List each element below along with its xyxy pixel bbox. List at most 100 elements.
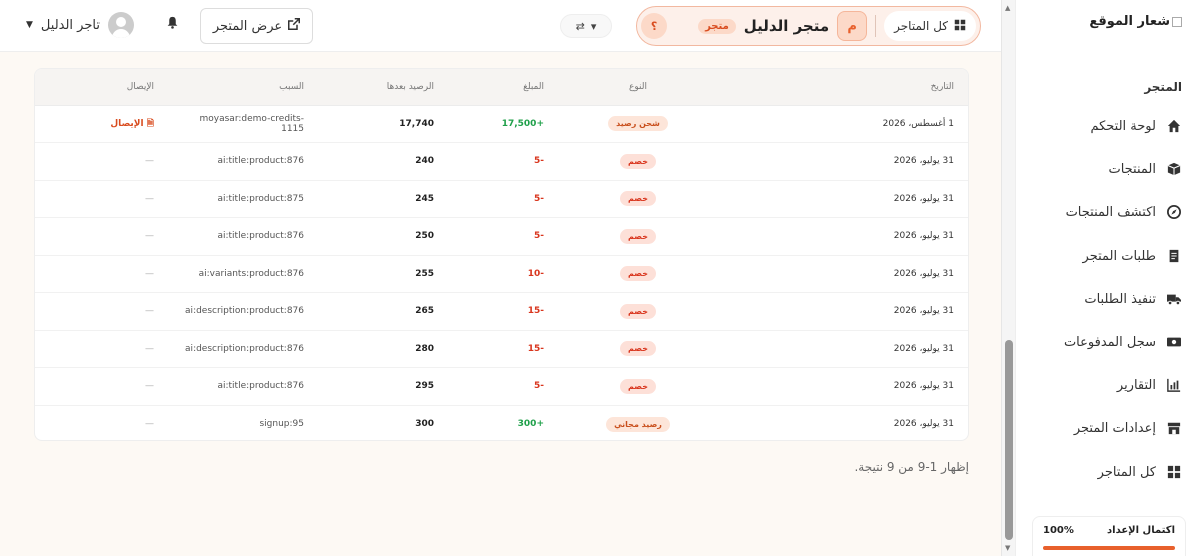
sidebar-item-dashboard[interactable]: لوحة التحكم [1032, 108, 1182, 144]
sidebar-item-all-stores[interactable]: كل المتاجر [1032, 454, 1182, 490]
money-icon [1166, 334, 1182, 350]
pill-divider [875, 15, 877, 37]
setup-progress-card: اكتمال الإعداد 100% [1032, 516, 1186, 556]
row-type: خصم [558, 180, 718, 218]
sidebar-item-fulfillment[interactable]: تنفيذ الطلبات [1032, 281, 1182, 317]
row-balance: 280 [415, 343, 434, 354]
logo-image-icon [1172, 16, 1182, 27]
transactions-table: التاريخ النوع المبلغ الرصيد بعدها السبب … [35, 69, 968, 440]
sidebar-item-label: المنتجات [1108, 161, 1156, 177]
switch-store-dropdown[interactable]: ▾ ⇄ [560, 14, 612, 38]
row-balance: 265 [415, 306, 434, 317]
table-row: 31 يوليو، 2026 خصم -15 280 ai:descriptio… [35, 330, 968, 368]
pagination-summary: إظهار 1-9 من 9 نتيجة. [854, 460, 969, 474]
row-receipt: — [145, 193, 154, 204]
store-avatar: م [837, 11, 868, 41]
row-date: 31 يوليو، 2026 [893, 419, 954, 429]
external-link-icon [288, 18, 301, 34]
all-stores-label: كل المتاجر [894, 19, 948, 33]
compass-icon [1166, 204, 1182, 220]
setup-progress-fill [1043, 546, 1175, 550]
table-row: 31 يوليو، 2026 خصم -5 250 ai:title:produ… [35, 218, 968, 256]
row-receipt: — [145, 231, 154, 242]
sidebar-item-reports[interactable]: التقارير [1032, 367, 1182, 403]
row-date: 31 يوليو، 2026 [893, 231, 954, 242]
notifications-bell-icon[interactable] [166, 16, 179, 33]
row-reason: ai:variants:product:876 [198, 268, 304, 279]
site-logo[interactable]: شعار الموقع [1089, 14, 1182, 29]
sidebar-item-label: التقارير [1116, 377, 1156, 393]
sidebar-item-label: إعدادات المتجر [1073, 420, 1156, 436]
row-balance: 255 [415, 268, 434, 279]
row-reason: ai:description:product:876 [185, 343, 304, 354]
row-type: خصم [558, 330, 718, 368]
grid-icon [1166, 464, 1182, 480]
view-store-label: عرض المتجر [212, 18, 283, 34]
help-button[interactable]: ؟ [641, 13, 667, 39]
row-amount: -5 [533, 193, 544, 204]
row-amount: -15 [527, 343, 544, 354]
scrollbar-thumb[interactable] [1005, 340, 1013, 540]
row-reason: ai:title:product:875 [217, 193, 304, 204]
receipt-link[interactable]: 🗎 الإيصال [110, 119, 154, 129]
table-header-row: التاريخ النوع المبلغ الرصيد بعدها السبب … [35, 69, 968, 106]
box-icon [1166, 161, 1182, 177]
page-scrollbar[interactable]: ▲ ▼ [1001, 0, 1015, 556]
column-header-receipt: الإيصال [35, 69, 168, 106]
row-receipt: — [145, 381, 154, 392]
scroll-up-icon[interactable]: ▲ [1005, 4, 1010, 12]
chart-icon [1166, 377, 1182, 393]
sidebar-item-label: اكتشف المنتجات [1065, 204, 1156, 220]
store-icon [1166, 420, 1182, 436]
row-type: خصم [558, 143, 718, 181]
row-type: خصم [558, 255, 718, 293]
type-badge: خصم [620, 228, 656, 244]
type-badge: شحن رصيد [608, 116, 668, 132]
all-stores-button[interactable]: كل المتاجر [884, 11, 976, 41]
row-reason: ai:description:product:876 [185, 306, 304, 317]
store-switcher-pill: كل المتاجر م متجر الدليل متجر ؟ [636, 6, 981, 46]
logo-text: شعار الموقع [1089, 14, 1170, 29]
row-reason: signup:95 [259, 419, 304, 429]
row-reason: ai:title:product:876 [217, 156, 304, 167]
user-menu[interactable]: تاجر الدليل ▼ [26, 12, 134, 38]
row-amount: -10 [527, 268, 544, 279]
row-date: 31 يوليو، 2026 [893, 343, 954, 354]
sidebar-item-label: سجل المدفوعات [1063, 334, 1156, 350]
receipt-label: الإيصال [110, 118, 144, 129]
row-date: 31 يوليو، 2026 [893, 156, 954, 167]
row-date: 31 يوليو، 2026 [893, 268, 954, 279]
row-date: 31 يوليو، 2026 [893, 193, 954, 204]
row-amount: +300 [517, 419, 544, 429]
row-reason: moyasar:demo-credits-1115 [199, 113, 305, 134]
store-name: متجر الدليل [743, 17, 830, 35]
top-header: كل المتاجر م متجر الدليل متجر ؟ ▾ ⇄ عرض … [0, 0, 1001, 52]
row-amount: -15 [527, 306, 544, 317]
row-receipt: — [145, 268, 154, 279]
sidebar-item-discover[interactable]: اكتشف المنتجات [1032, 194, 1182, 230]
table-row: 31 يوليو، 2026 خصم -5 245 ai:title:produ… [35, 180, 968, 218]
sidebar-item-products[interactable]: المنتجات [1032, 151, 1182, 187]
scroll-down-icon[interactable]: ▼ [1005, 544, 1010, 552]
sidebar-item-orders[interactable]: طلبات المتجر [1032, 238, 1182, 274]
caret-down-icon: ▼ [26, 20, 33, 30]
row-receipt: — [145, 343, 154, 354]
sidebar-item-settings[interactable]: إعدادات المتجر [1032, 410, 1182, 446]
column-header-balance: الرصيد بعدها [318, 69, 448, 106]
type-badge: خصم [620, 153, 656, 169]
type-badge: خصم [620, 341, 656, 357]
setup-label: اكتمال الإعداد [1107, 525, 1175, 536]
table-row: 1 أغسطس، 2026 شحن رصيد +17,500 17,740 mo… [35, 105, 968, 143]
sidebar-item-payments[interactable]: سجل المدفوعات [1032, 324, 1182, 360]
swap-arrows-icon: ⇄ [575, 19, 585, 33]
row-balance: 295 [415, 381, 434, 392]
row-receipt: 🗎 الإيصال [35, 105, 168, 143]
row-amount: -5 [533, 231, 544, 242]
table-row: 31 يوليو، 2026 خصم -5 295 ai:title:produ… [35, 368, 968, 405]
row-amount: -5 [533, 381, 544, 392]
row-type: خصم [558, 293, 718, 331]
row-type: خصم [558, 218, 718, 256]
sidebar-item-label: طلبات المتجر [1082, 248, 1156, 264]
grid-icon [954, 19, 966, 34]
view-store-button[interactable]: عرض المتجر [200, 8, 313, 44]
